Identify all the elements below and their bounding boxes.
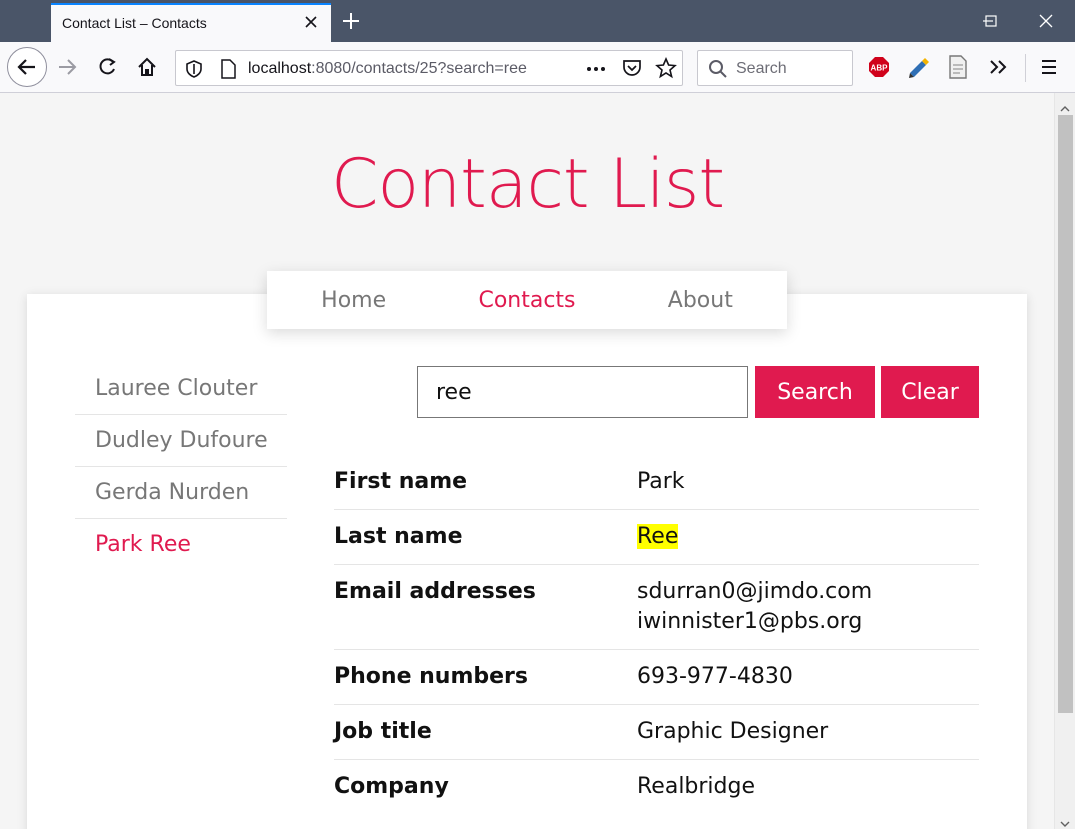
- scrollbar-thumb[interactable]: [1058, 115, 1073, 713]
- main-nav: Home Contacts About: [267, 271, 787, 329]
- shield-icon[interactable]: [185, 60, 203, 82]
- extension-pencil-icon[interactable]: [907, 55, 931, 83]
- browser-tab-active[interactable]: Contact List – Contacts: [51, 3, 331, 42]
- browser-navbar: localhost:8080/contacts/25?search=ree Se…: [0, 42, 1075, 93]
- page-scrollbar[interactable]: [1054, 93, 1075, 829]
- home-icon[interactable]: [129, 49, 165, 85]
- close-window-icon[interactable]: [1017, 0, 1075, 42]
- forward-arrow-icon[interactable]: [49, 49, 85, 85]
- emails-cell: sdurran0@jimdo.com iwinnister1@pbs.org: [637, 564, 979, 650]
- last-name-value-highlighted: Ree: [637, 524, 679, 549]
- table-row: Phone numbers 693-977-4830: [334, 649, 979, 705]
- search-button[interactable]: Search: [755, 366, 875, 418]
- maximize-icon[interactable]: [962, 0, 1020, 42]
- last-name-label: Last name: [334, 509, 637, 565]
- company-label: Company: [334, 774, 449, 799]
- nav-link-home[interactable]: Home: [267, 288, 440, 313]
- reload-icon[interactable]: [89, 49, 125, 85]
- table-row: Last name Ree: [334, 509, 979, 565]
- email-value: iwinnister1@pbs.org: [637, 609, 863, 634]
- new-tab-icon[interactable]: [340, 10, 362, 32]
- toolbar-separator: [1025, 54, 1026, 82]
- browser-titlebar: Contact List – Contacts: [0, 0, 1075, 42]
- company-value: Realbridge: [637, 774, 756, 799]
- url-text[interactable]: localhost:8080/contacts/25?search=ree: [248, 60, 527, 78]
- document-icon[interactable]: [948, 55, 968, 83]
- adblock-icon[interactable]: ABP: [868, 56, 890, 82]
- page-title: Contact List: [330, 145, 725, 224]
- tab-title: Contact List – Contacts: [62, 15, 207, 31]
- contact-details-table: First name Park Last name Ree Email addr…: [334, 455, 979, 814]
- bookmark-star-icon[interactable]: [655, 56, 677, 83]
- browser-search-placeholder: Search: [736, 60, 787, 77]
- emails-label: Email addresses: [334, 564, 637, 650]
- email-value: sdurran0@jimdo.com: [637, 579, 873, 604]
- overflow-chevrons-icon[interactable]: [988, 57, 1010, 81]
- job-title-label: Job title: [334, 704, 637, 760]
- table-row: Job title Graphic Designer: [334, 704, 979, 760]
- url-bar[interactable]: localhost:8080/contacts/25?search=ree: [175, 50, 683, 86]
- last-name-cell: Ree: [637, 509, 979, 565]
- page-icon[interactable]: [220, 59, 236, 83]
- phone-value: 693-977-4830: [637, 649, 979, 705]
- sidebar-item-contact[interactable]: Lauree Clouter: [75, 363, 287, 415]
- clear-button[interactable]: Clear: [881, 366, 979, 418]
- more-actions-icon[interactable]: [585, 59, 607, 83]
- svg-text:ABP: ABP: [871, 64, 889, 73]
- browser-search-input[interactable]: Search: [697, 50, 853, 86]
- table-row: Company Realbridge: [334, 760, 979, 815]
- table-row: First name Park: [334, 455, 979, 510]
- page-viewport: Contact List Home Contacts About Lauree …: [1, 93, 1054, 829]
- scroll-down-icon[interactable]: [1060, 813, 1070, 829]
- first-name-label: First name: [334, 455, 637, 510]
- menu-hamburger-icon[interactable]: [1039, 57, 1059, 81]
- nav-link-contacts[interactable]: Contacts: [440, 288, 613, 313]
- search-icon: [708, 59, 728, 83]
- phones-label: Phone numbers: [334, 649, 637, 705]
- first-name-value: Park: [637, 455, 979, 510]
- contact-sidebar: Lauree Clouter Dudley Dufoure Gerda Nurd…: [75, 363, 287, 571]
- close-tab-icon[interactable]: [303, 14, 319, 30]
- contact-search-input[interactable]: [417, 366, 748, 418]
- back-arrow-icon[interactable]: [7, 47, 47, 87]
- nav-link-about[interactable]: About: [614, 288, 787, 313]
- url-path: :8080/contacts/25?search=ree: [311, 60, 527, 77]
- job-title-value: Graphic Designer: [637, 704, 979, 760]
- sidebar-item-contact-selected[interactable]: Park Ree: [75, 519, 287, 571]
- sidebar-item-contact[interactable]: Dudley Dufoure: [75, 415, 287, 467]
- sidebar-item-contact[interactable]: Gerda Nurden: [75, 467, 287, 519]
- table-row: Email addresses sdurran0@jimdo.com iwinn…: [334, 564, 979, 650]
- pocket-icon[interactable]: [622, 58, 642, 82]
- url-host: localhost: [248, 60, 312, 77]
